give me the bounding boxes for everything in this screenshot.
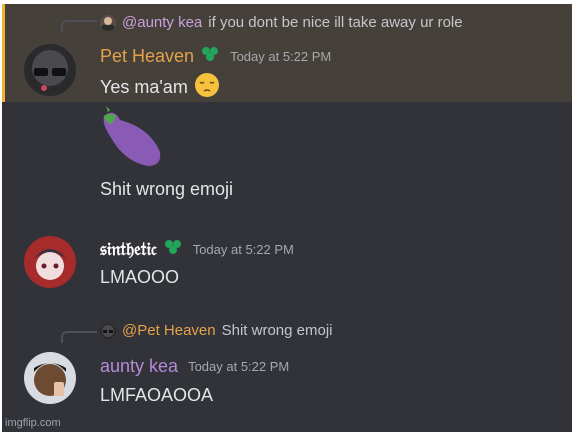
author-name[interactable]: Pet Heaven: [100, 46, 194, 67]
timestamp[interactable]: Today at 5:22 PM: [230, 49, 331, 64]
reply-text: Shit wrong emoji: [221, 322, 333, 339]
message-text: Yes ma'am: [100, 77, 188, 97]
message-continuation[interactable]: Shit wrong emoji: [2, 170, 572, 210]
message-highlighted[interactable]: @aunty kea if you dont be nice ill take …: [2, 4, 572, 102]
avatar[interactable]: [24, 44, 76, 96]
pensive-face-emoji-icon: [194, 72, 220, 103]
author-name[interactable]: 𝔰𝔦𝔫𝔱𝔥𝔢𝔱𝔦𝔠: [100, 239, 157, 260]
eggplant-emoji-icon: [100, 106, 166, 175]
clover-badge-icon: [163, 238, 183, 261]
reply-avatar-icon: [100, 322, 116, 339]
clover-badge-icon: [200, 45, 220, 68]
message-text: Shit wrong emoji: [100, 179, 234, 199]
message-text: LMFAOAOOA: [100, 385, 214, 405]
watermark: imgflip.com: [5, 417, 61, 429]
reply-connector: [61, 331, 97, 343]
message-reply[interactable]: @Pet Heaven Shit wrong emoji aunty kea T…: [2, 314, 572, 414]
author-name[interactable]: aunty kea: [100, 356, 178, 377]
timestamp[interactable]: Today at 5:22 PM: [188, 359, 289, 374]
reply-connector: [61, 20, 97, 32]
timestamp[interactable]: Today at 5:22 PM: [193, 242, 294, 257]
avatar[interactable]: [24, 352, 76, 404]
reply-preview[interactable]: @Pet Heaven Shit wrong emoji: [100, 322, 333, 339]
chat-panel: @aunty kea if you dont be nice ill take …: [2, 4, 572, 432]
reply-mention[interactable]: @aunty kea: [122, 14, 202, 31]
avatar[interactable]: [24, 236, 76, 288]
message[interactable]: 𝔰𝔦𝔫𝔱𝔥𝔢𝔱𝔦𝔠 Today at 5:22 PM LMAOOO: [2, 222, 572, 302]
reply-text: if you dont be nice ill take away ur rol…: [208, 14, 463, 31]
message-emoji[interactable]: [2, 102, 572, 170]
reply-mention[interactable]: @Pet Heaven: [122, 322, 216, 339]
message-text: LMAOOO: [100, 267, 180, 287]
reply-avatar-icon: [100, 14, 116, 31]
reply-preview[interactable]: @aunty kea if you dont be nice ill take …: [100, 14, 463, 31]
